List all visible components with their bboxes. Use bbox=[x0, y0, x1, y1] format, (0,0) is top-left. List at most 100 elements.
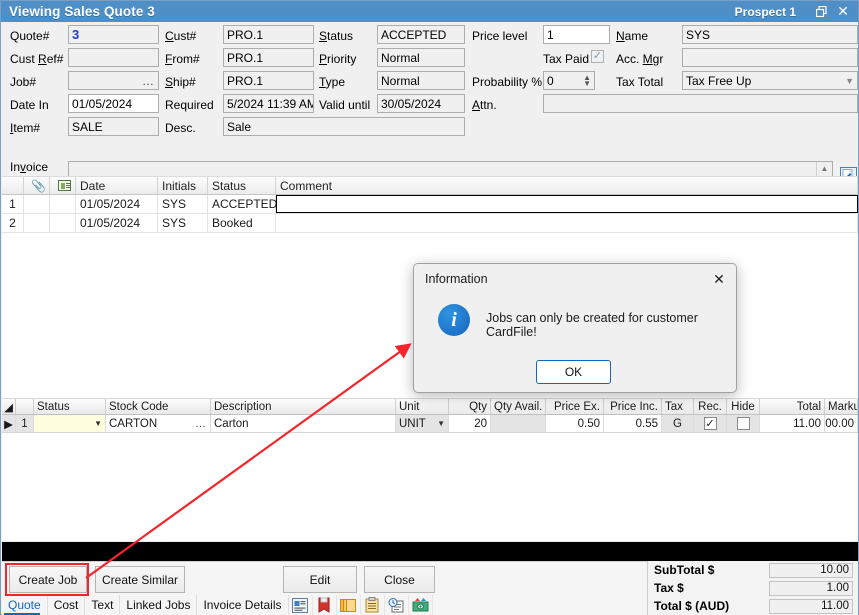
red-folder-icon[interactable] bbox=[313, 595, 337, 615]
dialog-ok-button[interactable]: OK bbox=[536, 360, 611, 384]
from-number-input[interactable]: PRO.1 bbox=[223, 48, 314, 67]
row-tax[interactable]: G bbox=[662, 415, 694, 432]
probability-spinner-icon[interactable]: ▲▼ bbox=[580, 75, 591, 87]
row-unit-combobox[interactable]: UNIT ▼ bbox=[396, 415, 449, 432]
cust-ref-input[interactable] bbox=[68, 48, 159, 67]
row-price-ex[interactable]: 0.50 bbox=[546, 415, 604, 432]
tab-text[interactable]: Text bbox=[85, 595, 120, 615]
row-qty-avail[interactable] bbox=[491, 415, 546, 432]
history-document-icon[interactable] bbox=[385, 595, 409, 615]
close-dialog-icon[interactable]: ✕ bbox=[702, 264, 736, 294]
price-level-input[interactable]: 1 bbox=[543, 25, 610, 44]
date-in-input[interactable]: 01/05/2024 bbox=[68, 94, 159, 113]
row-hide-checkbox[interactable] bbox=[727, 415, 760, 432]
close-window-icon[interactable]: ✕ bbox=[832, 1, 854, 22]
comments-col-date[interactable]: Date bbox=[76, 177, 158, 194]
type-input[interactable]: Normal bbox=[377, 71, 465, 90]
lines-col-tax[interactable]: Tax bbox=[662, 399, 694, 414]
row-markup[interactable]: 100.00 bbox=[825, 415, 858, 432]
create-similar-button[interactable]: Create Similar bbox=[95, 566, 185, 593]
row-status-combobox[interactable]: ▼ bbox=[34, 415, 106, 432]
comments-col-notes[interactable] bbox=[50, 177, 76, 194]
item-number-input[interactable]: SALE bbox=[68, 117, 159, 136]
comments-col-status[interactable]: Status bbox=[208, 177, 276, 194]
stock-code-browse-ellipsis-icon[interactable]: … bbox=[195, 418, 207, 430]
chevron-down-icon[interactable]: ▼ bbox=[845, 76, 854, 86]
row-date[interactable]: 01/05/2024 bbox=[76, 214, 158, 232]
close-button[interactable]: Close bbox=[364, 566, 435, 593]
restore-window-icon[interactable] bbox=[810, 1, 832, 22]
row-notes-cell[interactable] bbox=[50, 214, 76, 232]
table-row[interactable]: 2 01/05/2024 SYS Booked bbox=[2, 214, 858, 233]
row-total[interactable]: 11.00 bbox=[760, 415, 825, 432]
lines-col-unit[interactable]: Unit bbox=[396, 399, 449, 414]
tab-cost[interactable]: Cost bbox=[48, 595, 86, 615]
lines-col-hide[interactable]: Hide bbox=[727, 399, 760, 414]
clipboard-icon[interactable] bbox=[361, 595, 385, 615]
lines-col-stock-code[interactable]: Stock Code bbox=[106, 399, 211, 414]
row-status[interactable]: Booked bbox=[208, 214, 276, 232]
row-rec-checkbox[interactable]: ✓ bbox=[694, 415, 727, 432]
chevron-down-icon[interactable]: ▼ bbox=[437, 419, 445, 428]
lines-col-price-ex[interactable]: Price Ex. bbox=[546, 399, 604, 414]
attn-input[interactable] bbox=[543, 94, 858, 113]
create-job-button[interactable]: Create Job bbox=[9, 566, 87, 593]
lines-col-qty[interactable]: Qty bbox=[449, 399, 491, 414]
acc-mgr-input[interactable] bbox=[682, 48, 858, 67]
row-attachment-cell[interactable] bbox=[24, 195, 50, 213]
tax-paid-checkbox[interactable]: ✓ bbox=[591, 50, 604, 63]
rec-check-icon: ✓ bbox=[704, 417, 717, 430]
row-price-inc[interactable]: 0.55 bbox=[604, 415, 662, 432]
probability-label: Probability % bbox=[472, 75, 542, 89]
copy-pages-icon[interactable] bbox=[337, 595, 361, 615]
lines-col-rec[interactable]: Rec. bbox=[694, 399, 727, 414]
row-date[interactable]: 01/05/2024 bbox=[76, 195, 158, 213]
comments-grid[interactable]: 📎 Date Initials Status Comment 1 01/05/2… bbox=[2, 176, 858, 235]
lines-col-price-inc[interactable]: Price Inc. bbox=[604, 399, 662, 414]
tab-quote[interactable]: Quote bbox=[2, 595, 48, 615]
details-document-icon[interactable] bbox=[289, 595, 313, 615]
lines-col-corner[interactable]: ◢ bbox=[2, 399, 16, 414]
lines-col-status[interactable]: Status bbox=[34, 399, 106, 414]
row-comment[interactable] bbox=[276, 214, 858, 232]
tax-total-combobox[interactable]: Tax Free Up ▼ bbox=[682, 71, 858, 90]
comments-col-attachment[interactable]: 📎 bbox=[24, 177, 50, 194]
comments-col-initials[interactable]: Initials bbox=[158, 177, 208, 194]
row-status[interactable]: ACCEPTED bbox=[208, 195, 276, 213]
required-input[interactable]: 5/2024 11:39 AM bbox=[223, 94, 314, 113]
row-description[interactable]: Carton bbox=[211, 415, 396, 432]
lines-col-qty-avail[interactable]: Qty Avail. bbox=[491, 399, 546, 414]
job-browse-ellipsis-icon[interactable]: … bbox=[142, 77, 155, 85]
row-attachment-cell[interactable] bbox=[24, 214, 50, 232]
line-items-grid[interactable]: ◢ Status Stock Code Description Unit Qty… bbox=[2, 398, 858, 434]
priority-input[interactable]: Normal bbox=[377, 48, 465, 67]
name-input[interactable]: SYS bbox=[682, 25, 858, 44]
cust-number-input[interactable]: PRO.1 bbox=[223, 25, 314, 44]
quote-number-input[interactable]: 3 bbox=[68, 25, 159, 44]
job-number-input[interactable]: … bbox=[68, 71, 159, 90]
lines-col-total[interactable]: Total bbox=[760, 399, 825, 414]
chevron-down-icon[interactable]: ▼ bbox=[94, 419, 102, 428]
valid-until-input[interactable]: 30/05/2024 bbox=[377, 94, 465, 113]
table-row[interactable]: ▶ 1 ▼ CARTON … Carton UNIT ▼ 20 0.50 0.5… bbox=[2, 415, 858, 433]
row-stock-code[interactable]: CARTON … bbox=[106, 415, 211, 432]
lines-col-markup[interactable]: Markup % bbox=[825, 399, 858, 414]
row-stock-code-value: CARTON bbox=[109, 418, 157, 430]
payment-money-icon[interactable] bbox=[409, 595, 433, 615]
description-input[interactable]: Sale bbox=[223, 117, 465, 136]
table-row[interactable]: 1 01/05/2024 SYS ACCEPTED bbox=[2, 195, 858, 214]
row-initials[interactable]: SYS bbox=[158, 195, 208, 213]
probability-stepper[interactable]: 0 ▲▼ bbox=[543, 71, 595, 90]
description-label: Desc. bbox=[165, 121, 196, 135]
tab-linked-jobs[interactable]: Linked Jobs bbox=[120, 595, 197, 615]
row-qty[interactable]: 20 bbox=[449, 415, 491, 432]
tab-invoice-details[interactable]: Invoice Details bbox=[197, 595, 288, 615]
ship-number-input[interactable]: PRO.1 bbox=[223, 71, 314, 90]
edit-button[interactable]: Edit bbox=[283, 566, 357, 593]
row-initials[interactable]: SYS bbox=[158, 214, 208, 232]
comments-col-comment[interactable]: Comment bbox=[276, 177, 858, 194]
row-comment[interactable] bbox=[276, 195, 858, 213]
row-notes-cell[interactable] bbox=[50, 195, 76, 213]
status-input[interactable]: ACCEPTED bbox=[377, 25, 465, 44]
lines-col-description[interactable]: Description bbox=[211, 399, 396, 414]
